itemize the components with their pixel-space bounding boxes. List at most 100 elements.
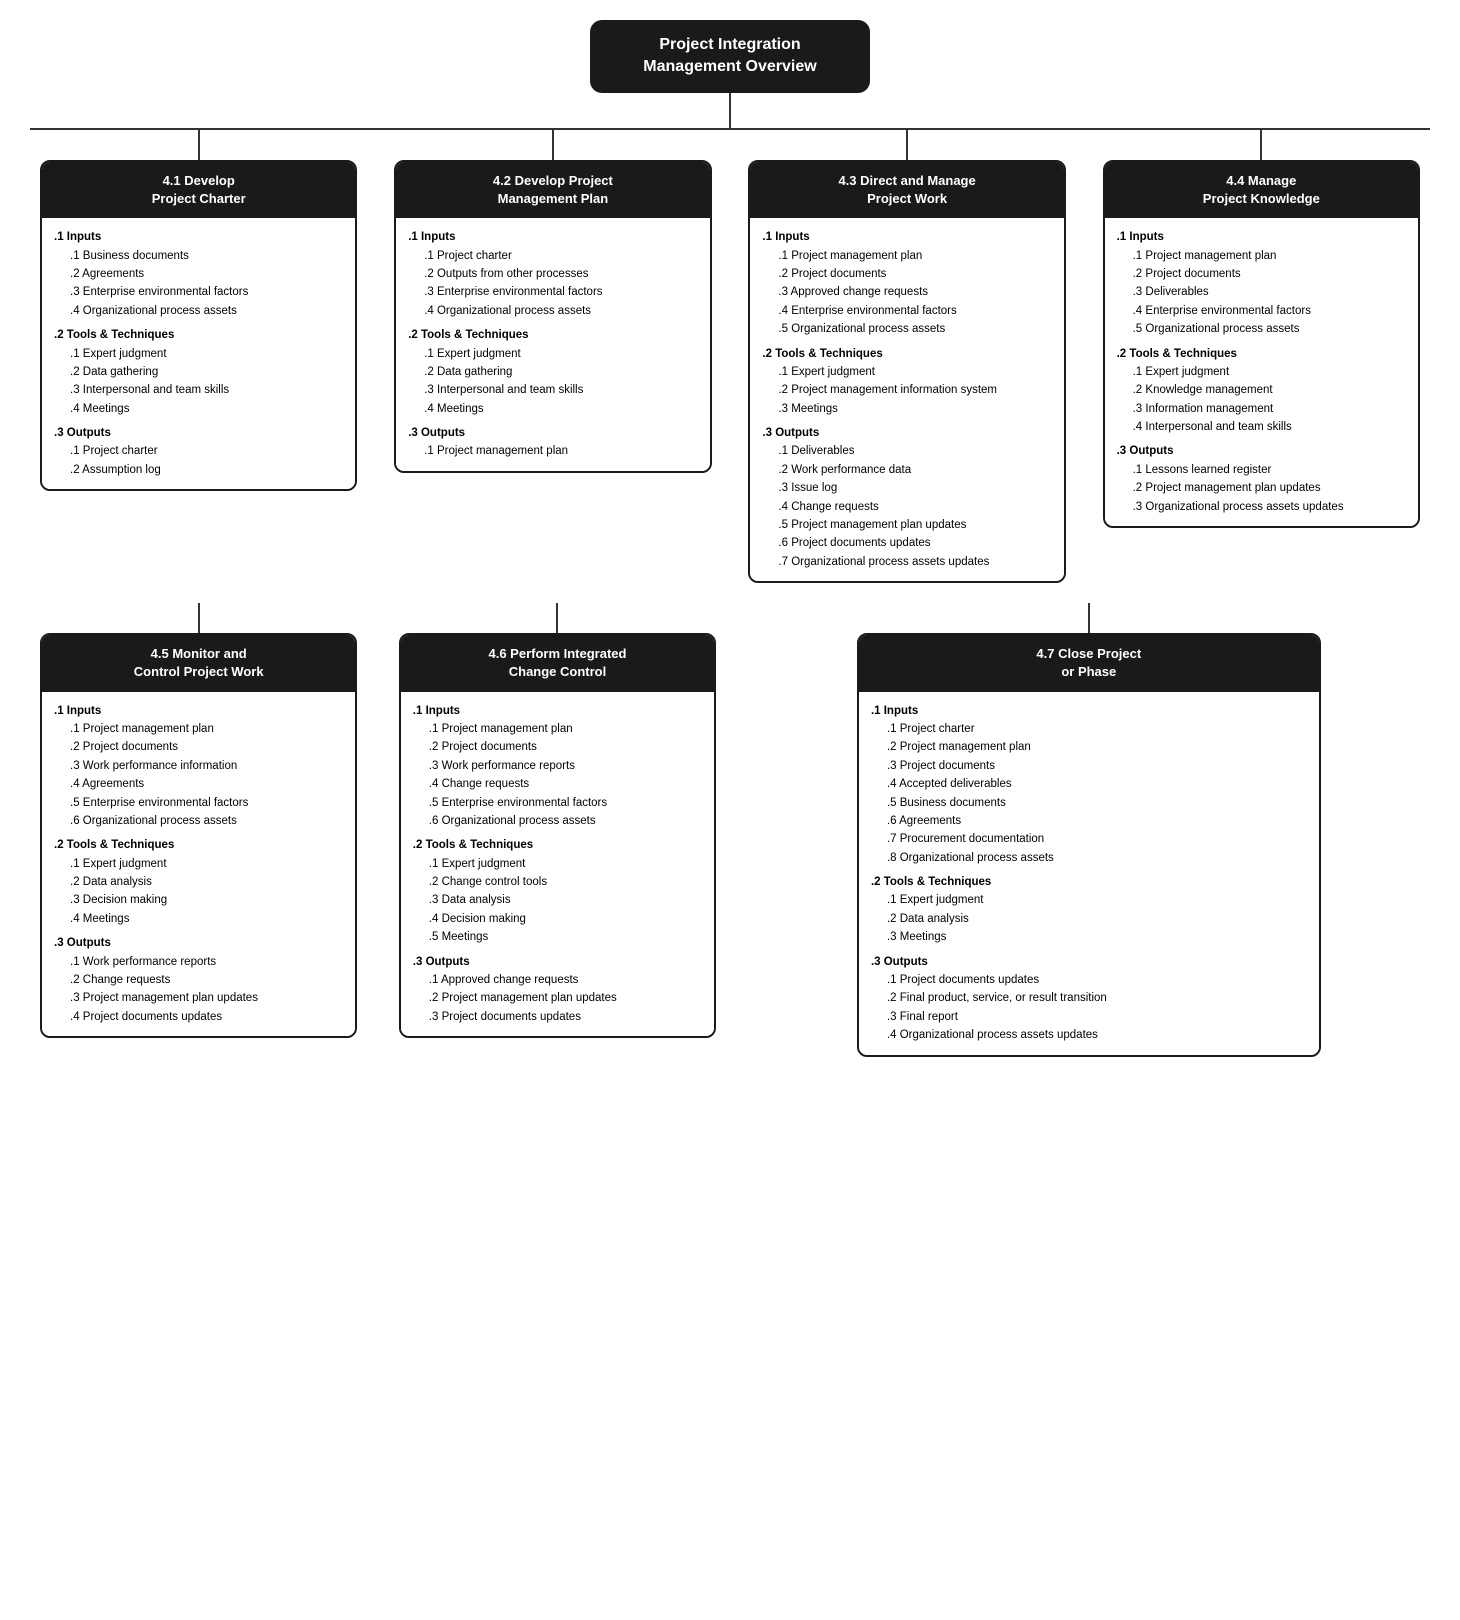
p43-s3-i6: .6 Project documents updates xyxy=(762,534,1051,552)
p44-s1-i4: .4 Enterprise environmental factors xyxy=(1117,302,1406,320)
root-vertical-line xyxy=(729,93,731,128)
col-43-vline xyxy=(906,130,908,160)
p42-s3-title: .3 Outputs xyxy=(408,424,697,442)
p47-s1-i6: .6 Agreements xyxy=(871,812,1307,830)
p44-s2-i2: .2 Knowledge management xyxy=(1117,381,1406,399)
p46-s3-i3: .3 Project documents updates xyxy=(413,1008,702,1026)
p46-s2-i5: .5 Meetings xyxy=(413,928,702,946)
p45-s2-i1: .1 Expert judgment xyxy=(54,855,343,873)
p42-s1-i3: .3 Enterprise environmental factors xyxy=(408,283,697,301)
p46-s3-i2: .2 Project management plan updates xyxy=(413,989,702,1007)
p47-s1-i8: .8 Organizational process assets xyxy=(871,849,1307,867)
p44-s1-i2: .2 Project documents xyxy=(1117,265,1406,283)
p43-s3-i1: .1 Deliverables xyxy=(762,442,1051,460)
p42-s3-i1: .1 Project management plan xyxy=(408,442,697,460)
p46-s1-i5: .5 Enterprise environmental factors xyxy=(413,794,702,812)
root-connector: Project Integration Management Overview xyxy=(590,20,870,128)
p41-s3-i2: .2 Assumption log xyxy=(54,461,343,479)
p43-s2-i3: .3 Meetings xyxy=(762,400,1051,418)
p44-s3-i1: .1 Lessons learned register xyxy=(1117,461,1406,479)
p44-s1-title: .1 Inputs xyxy=(1117,228,1406,246)
p47-s2-title: .2 Tools & Techniques xyxy=(871,873,1307,891)
p45-s1-i3: .3 Work performance information xyxy=(54,757,343,775)
col-45-vline xyxy=(198,603,200,633)
p46-s2-i1: .1 Expert judgment xyxy=(413,855,702,873)
p44-s1-i5: .5 Organizational process assets xyxy=(1117,320,1406,338)
top-h-bar xyxy=(30,128,1430,130)
p43-s1-title: .1 Inputs xyxy=(762,228,1051,246)
p43-s2-i2: .2 Project management information system xyxy=(762,381,1051,399)
p47-s2-i2: .2 Data analysis xyxy=(871,910,1307,928)
p41-s2-i2: .2 Data gathering xyxy=(54,363,343,381)
p44-s1-i3: .3 Deliverables xyxy=(1117,283,1406,301)
col-42: 4.2 Develop ProjectManagement Plan .1 In… xyxy=(394,130,711,583)
p42-s1-title: .1 Inputs xyxy=(408,228,697,246)
p47-s1-i4: .4 Accepted deliverables xyxy=(871,775,1307,793)
p47-s1-i2: .2 Project management plan xyxy=(871,738,1307,756)
process-44: 4.4 ManageProject Knowledge .1 Inputs .1… xyxy=(1103,160,1420,528)
col-41-vline xyxy=(198,130,200,160)
p41-s1-i4: .4 Organizational process assets xyxy=(54,302,343,320)
process-46-header: 4.6 Perform IntegratedChange Control xyxy=(401,635,714,691)
p45-s1-i4: .4 Agreements xyxy=(54,775,343,793)
p41-s2-title: .2 Tools & Techniques xyxy=(54,326,343,344)
col-42-vline xyxy=(552,130,554,160)
p41-s3-i1: .1 Project charter xyxy=(54,442,343,460)
process-42-body: .1 Inputs .1 Project charter .2 Outputs … xyxy=(396,218,709,471)
p43-s3-i5: .5 Project management plan updates xyxy=(762,516,1051,534)
col-46-vline xyxy=(556,603,558,633)
process-44-body: .1 Inputs .1 Project management plan .2 … xyxy=(1105,218,1418,526)
p47-s1-i3: .3 Project documents xyxy=(871,757,1307,775)
p45-s3-i4: .4 Project documents updates xyxy=(54,1008,343,1026)
p47-s1-i7: .7 Procurement documentation xyxy=(871,830,1307,848)
process-43: 4.3 Direct and ManageProject Work .1 Inp… xyxy=(748,160,1065,583)
p45-s3-i3: .3 Project management plan updates xyxy=(54,989,343,1007)
p47-s1-title: .1 Inputs xyxy=(871,702,1307,720)
p41-s2-i4: .4 Meetings xyxy=(54,400,343,418)
process-47: 4.7 Close Projector Phase .1 Inputs .1 P… xyxy=(857,633,1321,1056)
p43-s3-i7: .7 Organizational process assets updates xyxy=(762,553,1051,571)
p44-s3-i2: .2 Project management plan updates xyxy=(1117,479,1406,497)
p43-s2-title: .2 Tools & Techniques xyxy=(762,345,1051,363)
p47-s3-title: .3 Outputs xyxy=(871,953,1307,971)
p43-s3-i2: .2 Work performance data xyxy=(762,461,1051,479)
p46-s3-title: .3 Outputs xyxy=(413,953,702,971)
p47-s1-i1: .1 Project charter xyxy=(871,720,1307,738)
col-47-vline xyxy=(1088,603,1090,633)
diagram-container: Project Integration Management Overview … xyxy=(30,20,1430,1057)
p46-s1-title: .1 Inputs xyxy=(413,702,702,720)
p41-s1-i3: .3 Enterprise environmental factors xyxy=(54,283,343,301)
p46-s2-i3: .3 Data analysis xyxy=(413,891,702,909)
process-46: 4.6 Perform IntegratedChange Control .1 … xyxy=(399,633,716,1038)
process-41-header: 4.1 Develop Project Charter xyxy=(42,162,355,218)
p46-s1-i4: .4 Change requests xyxy=(413,775,702,793)
p47-s3-i4: .4 Organizational process assets updates xyxy=(871,1026,1307,1044)
p44-s1-i1: .1 Project management plan xyxy=(1117,247,1406,265)
process-43-header: 4.3 Direct and ManageProject Work xyxy=(750,162,1063,218)
p42-s2-i2: .2 Data gathering xyxy=(408,363,697,381)
p46-s1-i2: .2 Project documents xyxy=(413,738,702,756)
process-47-body: .1 Inputs .1 Project charter .2 Project … xyxy=(859,692,1319,1055)
p46-s2-i4: .4 Decision making xyxy=(413,910,702,928)
p44-s3-i3: .3 Organizational process assets updates xyxy=(1117,498,1406,516)
p43-s3-i3: .3 Issue log xyxy=(762,479,1051,497)
p46-s1-i6: .6 Organizational process assets xyxy=(413,812,702,830)
col-44-vline xyxy=(1260,130,1262,160)
p44-s2-i1: .1 Expert judgment xyxy=(1117,363,1406,381)
process-41: 4.1 Develop Project Charter .1 Inputs .1… xyxy=(40,160,357,491)
p41-s1-title: .1 Inputs xyxy=(54,228,343,246)
p46-s2-i2: .2 Change control tools xyxy=(413,873,702,891)
process-45: 4.5 Monitor andControl Project Work .1 I… xyxy=(40,633,357,1038)
p45-s3-i1: .1 Work performance reports xyxy=(54,953,343,971)
bottom-rows: 4.5 Monitor andControl Project Work .1 I… xyxy=(30,603,1430,1056)
p45-s2-i3: .3 Decision making xyxy=(54,891,343,909)
process-42: 4.2 Develop ProjectManagement Plan .1 In… xyxy=(394,160,711,473)
p47-s3-i2: .2 Final product, service, or result tra… xyxy=(871,989,1307,1007)
p42-s2-i1: .1 Expert judgment xyxy=(408,345,697,363)
process-45-header: 4.5 Monitor andControl Project Work xyxy=(42,635,355,691)
p41-s3-title: .3 Outputs xyxy=(54,424,343,442)
p41-s2-i1: .1 Expert judgment xyxy=(54,345,343,363)
p47-s3-i3: .3 Final report xyxy=(871,1008,1307,1026)
p44-s3-title: .3 Outputs xyxy=(1117,442,1406,460)
p41-s2-i3: .3 Interpersonal and team skills xyxy=(54,381,343,399)
